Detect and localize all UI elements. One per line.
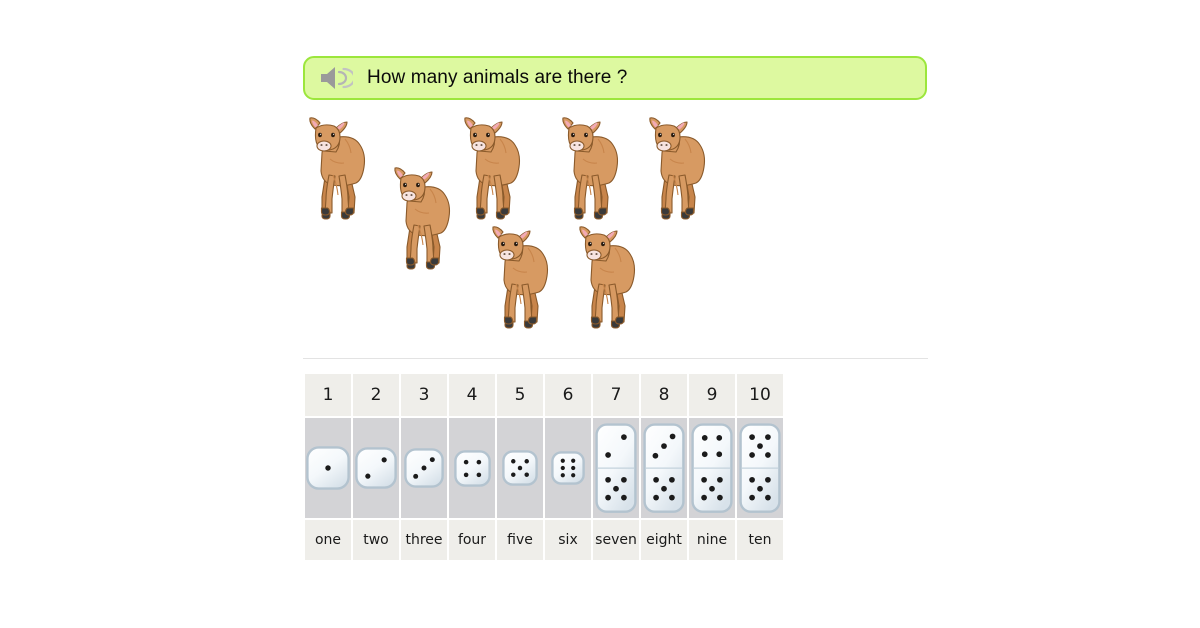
dice-cell-1[interactable] xyxy=(305,418,351,518)
word-row: one two three four five six seven eight nine ten xyxy=(305,520,783,560)
die-icon-4 xyxy=(449,418,495,518)
die-icon-2 xyxy=(353,418,399,518)
word-cell-nine[interactable]: nine xyxy=(689,520,735,560)
dice-cell-3[interactable] xyxy=(401,418,447,518)
domino-icon-8 xyxy=(641,418,687,518)
word-cell-four[interactable]: four xyxy=(449,520,495,560)
die-icon-1 xyxy=(305,418,351,518)
dice-cell-9[interactable] xyxy=(689,418,735,518)
calf-illustration xyxy=(640,113,712,225)
numeral-cell-8[interactable]: 8 xyxy=(641,374,687,416)
word-cell-three[interactable]: three xyxy=(401,520,447,560)
numeral-cell-7[interactable]: 7 xyxy=(593,374,639,416)
calf-illustration xyxy=(570,222,642,334)
word-cell-seven[interactable]: seven xyxy=(593,520,639,560)
domino-icon-9 xyxy=(689,418,735,518)
die-icon-3 xyxy=(401,418,447,518)
numeral-cell-3[interactable]: 3 xyxy=(401,374,447,416)
animal-stage xyxy=(0,0,1200,350)
dice-cell-10[interactable] xyxy=(737,418,783,518)
word-cell-five[interactable]: five xyxy=(497,520,543,560)
domino-icon-7 xyxy=(593,418,639,518)
numeral-row: 1 2 3 4 5 6 7 8 9 10 xyxy=(305,374,783,416)
dice-cell-2[interactable] xyxy=(353,418,399,518)
calf-illustration xyxy=(385,163,457,275)
dice-cell-7[interactable] xyxy=(593,418,639,518)
calf-illustration xyxy=(483,222,555,334)
dice-cell-5[interactable] xyxy=(497,418,543,518)
section-divider xyxy=(303,358,928,359)
die-icon-6 xyxy=(545,418,591,518)
number-reference-table: 1 2 3 4 5 6 7 8 9 10 one two three four … xyxy=(303,372,785,562)
word-cell-two[interactable]: two xyxy=(353,520,399,560)
word-cell-one[interactable]: one xyxy=(305,520,351,560)
numeral-cell-1[interactable]: 1 xyxy=(305,374,351,416)
numeral-cell-2[interactable]: 2 xyxy=(353,374,399,416)
word-cell-eight[interactable]: eight xyxy=(641,520,687,560)
word-cell-ten[interactable]: ten xyxy=(737,520,783,560)
die-icon-5 xyxy=(497,418,543,518)
dice-cell-8[interactable] xyxy=(641,418,687,518)
numeral-cell-9[interactable]: 9 xyxy=(689,374,735,416)
dice-cell-4[interactable] xyxy=(449,418,495,518)
domino-icon-10 xyxy=(737,418,783,518)
numeral-cell-5[interactable]: 5 xyxy=(497,374,543,416)
numeral-cell-6[interactable]: 6 xyxy=(545,374,591,416)
numeral-cell-10[interactable]: 10 xyxy=(737,374,783,416)
numeral-cell-4[interactable]: 4 xyxy=(449,374,495,416)
dice-cell-6[interactable] xyxy=(545,418,591,518)
calf-illustration xyxy=(553,113,625,225)
word-cell-six[interactable]: six xyxy=(545,520,591,560)
calf-illustration xyxy=(300,113,372,225)
dice-row xyxy=(305,418,783,518)
calf-illustration xyxy=(455,113,527,225)
